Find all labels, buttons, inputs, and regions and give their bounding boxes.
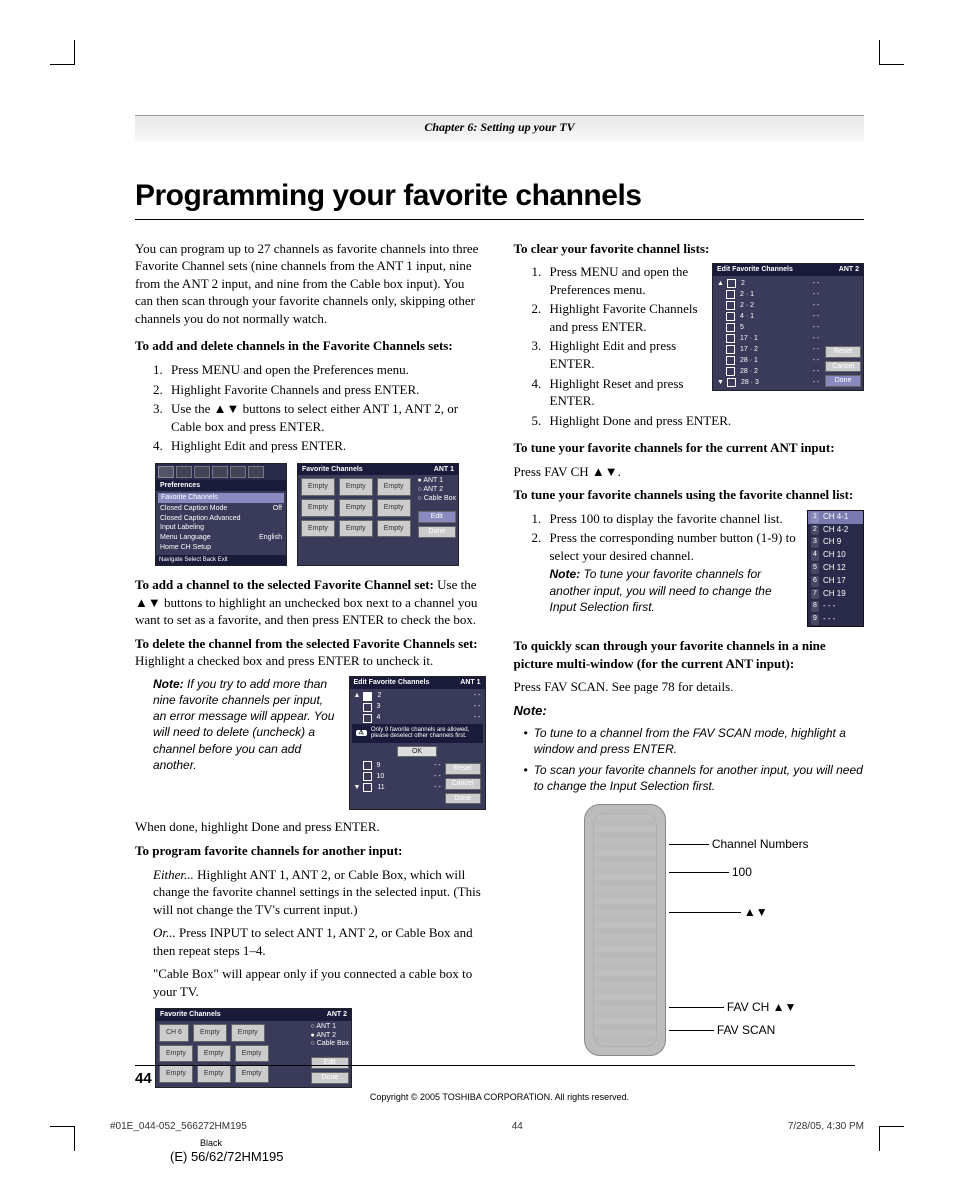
copyright-footer: Copyright © 2005 TOSHIBA CORPORATION. Al… bbox=[135, 1091, 864, 1103]
note-and-osd-row: Note: If you try to add more than nine f… bbox=[135, 676, 486, 811]
note-bullets: To tune to a channel from the FAV SCAN m… bbox=[514, 725, 865, 794]
add-channel-paragraph: To add a channel to the selected Favorit… bbox=[135, 576, 486, 629]
step: Press MENU and open the Preferences menu… bbox=[171, 361, 486, 379]
when-done: When done, highlight Done and press ENTE… bbox=[135, 818, 486, 836]
step: Highlight Edit and press ENTER. bbox=[171, 437, 486, 455]
osd-edit-favorite-ant1: Edit Favorite ChannelsANT 1 ▲2- - 3- - 4… bbox=[349, 676, 486, 811]
page-number: 44 bbox=[135, 1069, 152, 1089]
osd-favorite-channels-ant2: Favorite ChannelsANT 2 CH 6EmptyEmpty Em… bbox=[155, 1008, 352, 1087]
another-input-body: Either... Highlight ANT 1, ANT 2, or Cab… bbox=[135, 866, 486, 1001]
heading-clear: To clear your favorite channel lists: bbox=[514, 240, 865, 258]
crop-mark bbox=[50, 40, 75, 65]
tune-current-body: Press FAV CH ▲▼. bbox=[514, 463, 865, 481]
crop-mark bbox=[879, 1126, 904, 1151]
heading-tune-list: To tune your favorite channels using the… bbox=[514, 486, 865, 504]
heading-add-delete: To add and delete channels in the Favori… bbox=[135, 337, 486, 355]
osd-favorite-channel-list: 1CH 4-1 2CH 4-2 3CH 9 4CH 10 5CH 12 6CH … bbox=[807, 510, 864, 627]
callout-arrows: ▲▼ bbox=[669, 904, 768, 920]
manual-page: Chapter 6: Setting up your TV Programmin… bbox=[0, 0, 954, 1191]
color-plate-label: Black bbox=[200, 1137, 222, 1149]
left-column: You can program up to 27 channels as fav… bbox=[135, 240, 486, 1088]
crop-mark bbox=[879, 40, 904, 65]
step: Highlight Favorite Channels and press EN… bbox=[171, 381, 486, 399]
note-overflow: Note: If you try to add more than nine f… bbox=[153, 676, 337, 773]
callout-favch: FAV CH ▲▼ bbox=[669, 999, 797, 1015]
slugline: #01E_044-052_566272HM195 44 7/28/05, 4:3… bbox=[110, 1120, 864, 1134]
callout-channel-numbers: Channel Numbers bbox=[669, 836, 809, 852]
osd-preferences: Preferences Favorite Channels Closed Cap… bbox=[155, 463, 287, 566]
callout-favscan: FAV SCAN bbox=[669, 1022, 776, 1038]
delete-channel-paragraph: To delete the channel from the selected … bbox=[135, 635, 486, 670]
callout-100: 100 bbox=[669, 864, 752, 880]
right-column: To clear your favorite channel lists: Ed… bbox=[514, 240, 865, 1088]
title-rule bbox=[135, 219, 864, 220]
heading-tune-current: To tune your favorite channels for the c… bbox=[514, 439, 865, 457]
remote-control-diagram: Channel Numbers 100 ▲▼ FAV CH ▲▼ FAV SCA… bbox=[574, 804, 834, 1064]
scan-body: Press FAV SCAN. See page 78 for details. bbox=[514, 678, 865, 696]
heading-scan: To quickly scan through your favorite ch… bbox=[514, 637, 865, 672]
remote-body-icon bbox=[584, 804, 666, 1056]
steps-add-delete: 1.Press MENU and open the Preferences me… bbox=[135, 361, 486, 455]
osd-edit-favorite-ant2: Edit Favorite ChannelsANT 2 ▲2- - 2 · 1-… bbox=[712, 263, 864, 391]
content-columns: You can program up to 27 channels as fav… bbox=[135, 240, 864, 1088]
step: Use the ▲▼ buttons to select either ANT … bbox=[171, 400, 486, 435]
heading-another-input: To program favorite channels for another… bbox=[135, 842, 486, 860]
intro-paragraph: You can program up to 27 channels as fav… bbox=[135, 240, 486, 328]
page-title: Programming your favorite channels bbox=[135, 176, 864, 217]
osd-favorite-channels-ant1: Favorite ChannelsANT 1 EmptyEmptyEmpty E… bbox=[297, 463, 459, 566]
crop-mark bbox=[50, 1126, 75, 1151]
osd-favorite-channels-ant2-wrapper: Favorite ChannelsANT 2 CH 6EmptyEmpty Em… bbox=[155, 1008, 486, 1087]
chapter-header: Chapter 6: Setting up your TV bbox=[135, 115, 864, 141]
osd-row: Preferences Favorite Channels Closed Cap… bbox=[155, 463, 486, 566]
model-number: (E) 56/62/72HM195 bbox=[170, 1148, 283, 1166]
note-heading: Note: bbox=[514, 702, 865, 720]
